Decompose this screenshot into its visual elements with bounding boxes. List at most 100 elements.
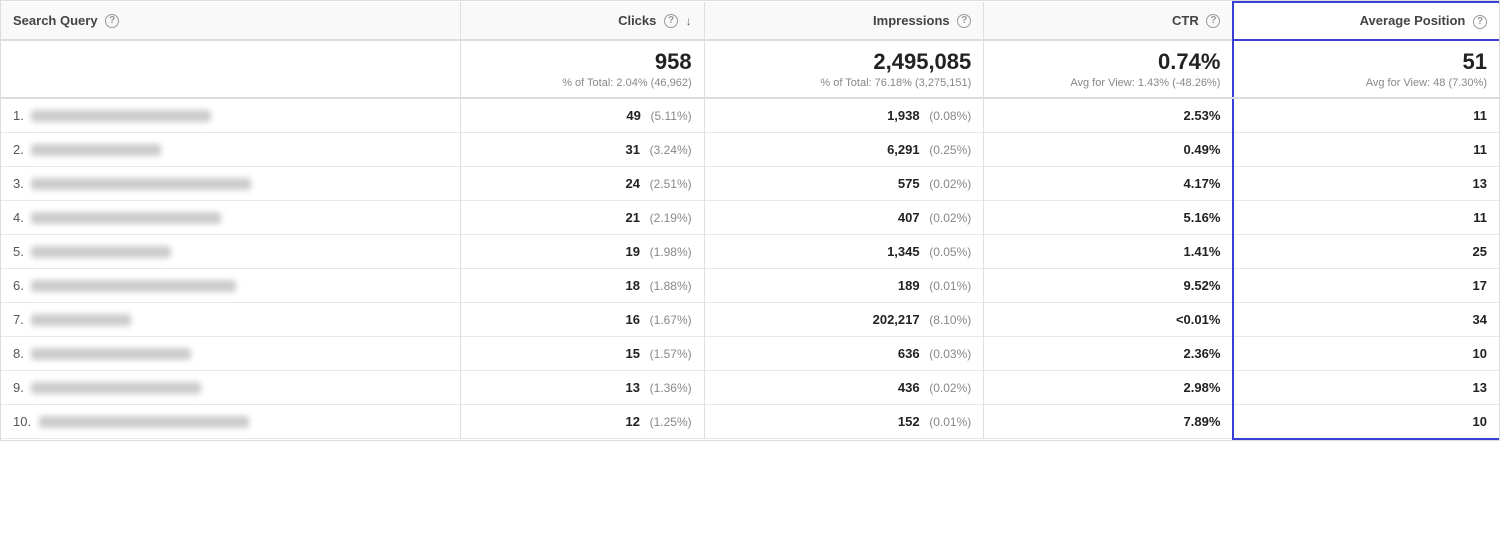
- header-clicks[interactable]: Clicks ? ↓: [461, 2, 705, 40]
- ctr-value: 2.36%: [1184, 346, 1221, 361]
- impressions-pct: (0.02%): [929, 211, 971, 225]
- row-ctr-cell: 5.16%: [984, 200, 1234, 234]
- summary-row: 958 % of Total: 2.04% (46,962) 2,495,085…: [1, 40, 1499, 98]
- row-avg-pos-cell: 13: [1233, 370, 1499, 404]
- row-clicks-cell: 49 (5.11%): [461, 98, 705, 133]
- query-blurred-text: [39, 416, 249, 428]
- table-row: 4. 21 (2.19%) 407 (0.02%) 5.16%11: [1, 200, 1499, 234]
- row-avg-pos-cell: 34: [1233, 302, 1499, 336]
- row-ctr-cell: 2.36%: [984, 336, 1234, 370]
- clicks-value: 24: [626, 176, 640, 191]
- query-blurred-text: [31, 110, 211, 122]
- impressions-pct: (0.25%): [929, 143, 971, 157]
- impressions-value: 636: [898, 346, 920, 361]
- ctr-value: 7.89%: [1184, 414, 1221, 429]
- table-row: 8. 15 (1.57%) 636 (0.03%) 2.36%10: [1, 336, 1499, 370]
- clicks-value: 16: [626, 312, 640, 327]
- row-impressions-cell: 6,291 (0.25%): [704, 132, 984, 166]
- row-query-cell: 9.: [1, 370, 461, 404]
- avg-pos-value: 10: [1473, 414, 1487, 429]
- row-number: 4.: [13, 210, 24, 225]
- row-ctr-cell: 7.89%: [984, 404, 1234, 439]
- impressions-pct: (0.01%): [929, 415, 971, 429]
- avg-pos-label: Average Position: [1360, 13, 1466, 28]
- header-ctr[interactable]: CTR ?: [984, 2, 1234, 40]
- table-row: 7. 16 (1.67%) 202,217 (8.10%) <0.01%34: [1, 302, 1499, 336]
- summary-search-cell: [1, 40, 461, 98]
- row-clicks-cell: 24 (2.51%): [461, 166, 705, 200]
- row-ctr-cell: <0.01%: [984, 302, 1234, 336]
- summary-clicks-main: 958: [473, 49, 692, 75]
- summary-impressions-sub: % of Total: 76.18% (3,275,151): [717, 77, 972, 89]
- row-impressions-cell: 189 (0.01%): [704, 268, 984, 302]
- avg-pos-value: 11: [1473, 142, 1487, 157]
- header-impressions[interactable]: Impressions ?: [704, 2, 984, 40]
- row-query-cell: 8.: [1, 336, 461, 370]
- ctr-value: 9.52%: [1184, 278, 1221, 293]
- row-clicks-cell: 16 (1.67%): [461, 302, 705, 336]
- query-blurred-text: [31, 280, 236, 292]
- clicks-pct: (1.67%): [650, 313, 692, 327]
- query-blurred-text: [31, 246, 171, 258]
- clicks-pct: (1.25%): [650, 415, 692, 429]
- header-search-query: Search Query ?: [1, 2, 461, 40]
- row-avg-pos-cell: 13: [1233, 166, 1499, 200]
- row-impressions-cell: 407 (0.02%): [704, 200, 984, 234]
- row-impressions-cell: 575 (0.02%): [704, 166, 984, 200]
- clicks-pct: (1.88%): [650, 279, 692, 293]
- row-number: 1.: [13, 108, 24, 123]
- table-row: 1. 49 (5.11%) 1,938 (0.08%) 2.53% 11: [1, 98, 1499, 133]
- query-blurred-text: [31, 348, 191, 360]
- impressions-value: 189: [898, 278, 920, 293]
- row-number: 8.: [13, 346, 24, 361]
- ctr-value: 4.17%: [1184, 176, 1221, 191]
- ctr-value: 1.41%: [1184, 244, 1221, 259]
- row-ctr-cell: 4.17%: [984, 166, 1234, 200]
- avg-pos-value: 11: [1473, 210, 1487, 225]
- row-avg-pos-cell: 11: [1233, 200, 1499, 234]
- table-row: 6. 18 (1.88%) 189 (0.01%) 9.52%17: [1, 268, 1499, 302]
- row-query-cell: 7.: [1, 302, 461, 336]
- row-number: 7.: [13, 312, 24, 327]
- impressions-value: 152: [898, 414, 920, 429]
- clicks-value: 21: [626, 210, 640, 225]
- impressions-pct: (0.02%): [929, 381, 971, 395]
- row-impressions-cell: 1,938 (0.08%): [704, 98, 984, 133]
- clicks-pct: (5.11%): [650, 109, 691, 123]
- impressions-pct: (8.10%): [929, 313, 971, 327]
- avg-pos-help-icon[interactable]: ?: [1473, 15, 1487, 29]
- summary-impressions-main: 2,495,085: [717, 49, 972, 75]
- row-ctr-cell: 2.53%: [984, 98, 1234, 133]
- summary-ctr-main: 0.74%: [996, 49, 1220, 75]
- clicks-help-icon[interactable]: ?: [664, 14, 678, 28]
- summary-impressions-cell: 2,495,085 % of Total: 76.18% (3,275,151): [704, 40, 984, 98]
- search-query-label: Search Query: [13, 13, 98, 28]
- summary-clicks-cell: 958 % of Total: 2.04% (46,962): [461, 40, 705, 98]
- row-impressions-cell: 152 (0.01%): [704, 404, 984, 439]
- avg-pos-value: 13: [1473, 176, 1487, 191]
- impressions-value: 1,345: [887, 244, 920, 259]
- ctr-help-icon[interactable]: ?: [1206, 14, 1220, 28]
- row-query-cell: 4.: [1, 200, 461, 234]
- query-blurred-text: [31, 212, 221, 224]
- impressions-value: 6,291: [887, 142, 920, 157]
- header-avg-pos[interactable]: Average Position ?: [1233, 2, 1499, 40]
- table-row: 3. 24 (2.51%) 575 (0.02%) 4.17%13: [1, 166, 1499, 200]
- clicks-pct: (2.51%): [650, 177, 692, 191]
- impressions-help-icon[interactable]: ?: [957, 14, 971, 28]
- search-query-help-icon[interactable]: ?: [105, 14, 119, 28]
- ctr-value: 2.98%: [1184, 380, 1221, 395]
- row-impressions-cell: 436 (0.02%): [704, 370, 984, 404]
- row-clicks-cell: 15 (1.57%): [461, 336, 705, 370]
- impressions-pct: (0.08%): [929, 109, 971, 123]
- clicks-label: Clicks: [618, 13, 656, 28]
- clicks-value: 15: [626, 346, 640, 361]
- row-clicks-cell: 12 (1.25%): [461, 404, 705, 439]
- clicks-value: 31: [626, 142, 640, 157]
- clicks-value: 18: [626, 278, 640, 293]
- avg-pos-value: 11: [1473, 108, 1487, 123]
- table-row: 9. 13 (1.36%) 436 (0.02%) 2.98%13: [1, 370, 1499, 404]
- summary-ctr-cell: 0.74% Avg for View: 1.43% (-48.26%): [984, 40, 1234, 98]
- ctr-value: <0.01%: [1176, 312, 1220, 327]
- impressions-value: 436: [898, 380, 920, 395]
